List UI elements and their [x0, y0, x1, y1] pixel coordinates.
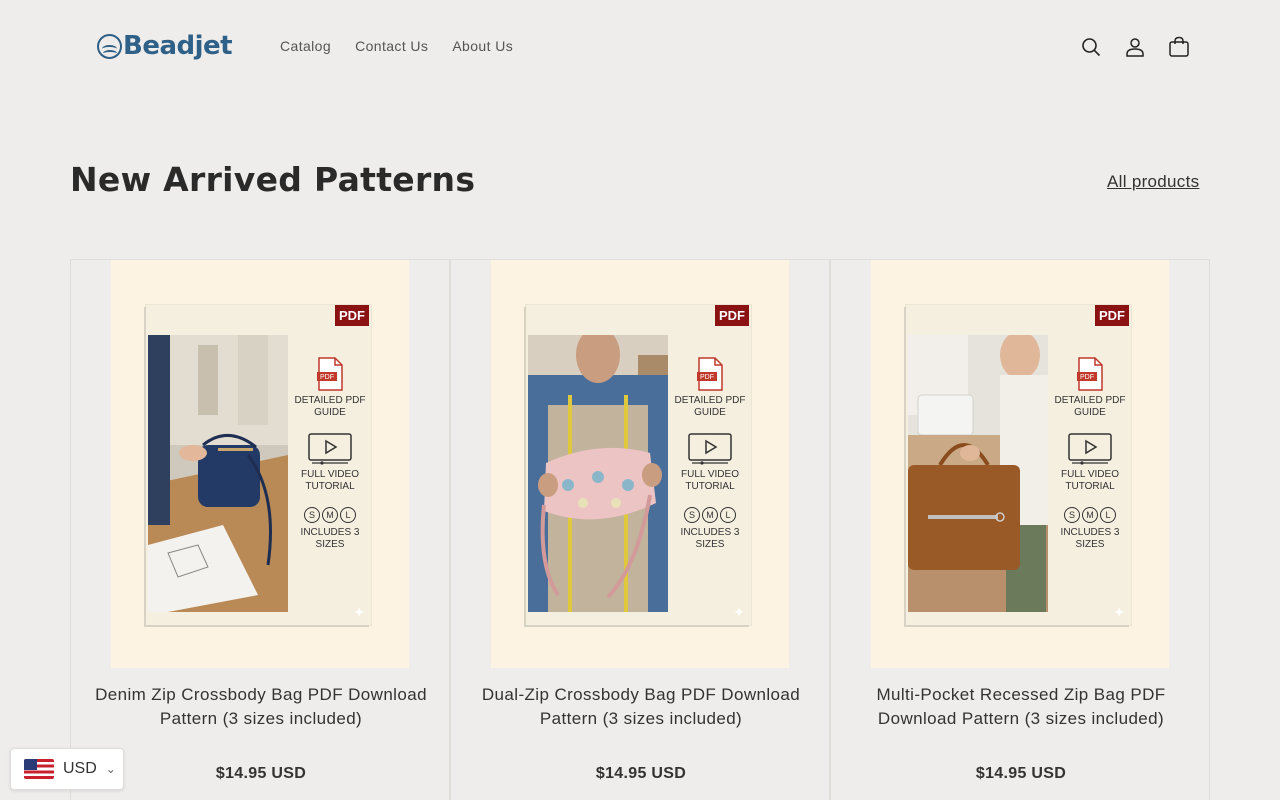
product-image[interactable]: PDF PDF DETAILED PDF GUIDE FULL VIDEO TU… — [491, 260, 789, 668]
pattern-features: PDF DETAILED PDF GUIDE FULL VIDEO TUTORI… — [294, 357, 366, 565]
pdf-file-icon: PDF — [317, 357, 343, 391]
pdf-tag: PDF — [715, 305, 749, 326]
account-icon[interactable] — [1124, 36, 1146, 58]
product-card[interactable]: PDF PDF DETAILED PDF GUIDE FULL VIDEO TU… — [450, 259, 830, 800]
pattern-features: PDF DETAILED PDF GUIDE FULL VIDEO TUTORI… — [674, 357, 746, 565]
product-image[interactable]: PDF PDF DETAILED PDF GUIDE FULL VIDEO TU… — [111, 260, 409, 668]
logo-wave-icon — [97, 33, 122, 59]
currency-selector[interactable]: USD ⌄ — [10, 748, 124, 790]
chevron-down-icon: ⌄ — [105, 762, 116, 776]
product-grid: PDF PDF DETAILED PDF GUIDE FULL VIDEO TU… — [70, 259, 1210, 800]
nav-about-us[interactable]: About Us — [452, 38, 513, 54]
product-price: $14.95 USD — [595, 765, 687, 782]
feature-sizes-label: INCLUDES 3 SIZES — [300, 527, 360, 550]
header-actions — [1080, 36, 1190, 58]
pattern-cover: PDF PDF DETAILED PDF GUIDE FULL VIDEO TU… — [526, 305, 751, 625]
size-l: L — [1100, 507, 1116, 523]
feature-guide-label: DETAILED PDF GUIDE — [1054, 395, 1126, 418]
size-options: S M L — [684, 507, 736, 523]
us-flag-icon — [24, 759, 54, 779]
size-s: S — [684, 507, 700, 523]
size-s: S — [1064, 507, 1080, 523]
feature-video-label: FULL VIDEO TUTORIAL — [1061, 469, 1119, 492]
pattern-cover: PDF PDF DETAILED PDF GUIDE FULL VIDEO TU… — [146, 305, 371, 625]
pdf-file-icon: PDF — [697, 357, 723, 391]
product-photo — [148, 335, 288, 612]
product-photo — [908, 335, 1048, 612]
product-title[interactable]: Dual-Zip Crossbody Bag PDF Download Patt… — [471, 683, 811, 731]
feature-video-label: FULL VIDEO TUTORIAL — [681, 469, 739, 492]
site-header: Beadjet Catalog Contact Us About Us — [0, 0, 1280, 95]
brand-logo[interactable]: Beadjet — [97, 31, 233, 61]
video-player-icon — [308, 433, 352, 465]
pattern-cover: PDF PDF DETAILED PDF GUIDE FULL VIDEO TU… — [906, 305, 1131, 625]
size-s: S — [304, 507, 320, 523]
section-title: New Arrived Patterns — [70, 160, 476, 199]
currency-code: USD — [63, 760, 97, 777]
main-nav: Catalog Contact Us About Us — [280, 38, 513, 54]
nav-catalog[interactable]: Catalog — [280, 38, 331, 54]
nav-contact-us[interactable]: Contact Us — [355, 38, 428, 54]
sparkle-icon: ✦ — [733, 604, 745, 620]
size-m: M — [702, 507, 718, 523]
size-m: M — [322, 507, 338, 523]
pdf-tag: PDF — [335, 305, 369, 326]
sparkle-icon: ✦ — [353, 604, 365, 620]
video-player-icon — [1068, 433, 1112, 465]
cart-icon[interactable] — [1168, 36, 1190, 58]
product-image[interactable]: PDF PDF DETAILED PDF GUIDE FULL VIDEO TU… — [871, 260, 1169, 668]
pdf-file-icon: PDF — [1077, 357, 1103, 391]
product-card[interactable]: PDF PDF DETAILED PDF GUIDE FULL VIDEO TU… — [830, 259, 1210, 800]
product-price: $14.95 USD — [215, 765, 307, 782]
size-options: S M L — [304, 507, 356, 523]
all-products-link[interactable]: All products — [1107, 172, 1199, 192]
svg-text:PDF: PDF — [320, 374, 334, 381]
size-l: L — [720, 507, 736, 523]
feature-guide-label: DETAILED PDF GUIDE — [294, 395, 366, 418]
product-price: $14.95 USD — [975, 765, 1067, 782]
size-options: S M L — [1064, 507, 1116, 523]
feature-sizes-label: INCLUDES 3 SIZES — [1060, 527, 1120, 550]
sparkle-icon: ✦ — [1113, 604, 1125, 620]
svg-text:PDF: PDF — [1080, 374, 1094, 381]
size-l: L — [340, 507, 356, 523]
product-title[interactable]: Denim Zip Crossbody Bag PDF Download Pat… — [91, 683, 431, 731]
size-m: M — [1082, 507, 1098, 523]
product-photo — [528, 335, 668, 612]
feature-video-label: FULL VIDEO TUTORIAL — [301, 469, 359, 492]
svg-text:PDF: PDF — [700, 374, 714, 381]
video-player-icon — [688, 433, 732, 465]
search-icon[interactable] — [1080, 36, 1102, 58]
pdf-tag: PDF — [1095, 305, 1129, 326]
product-card[interactable]: PDF PDF DETAILED PDF GUIDE FULL VIDEO TU… — [70, 259, 450, 800]
pattern-features: PDF DETAILED PDF GUIDE FULL VIDEO TUTORI… — [1054, 357, 1126, 565]
product-title[interactable]: Multi-Pocket Recessed Zip Bag PDF Downlo… — [851, 683, 1191, 731]
feature-sizes-label: INCLUDES 3 SIZES — [680, 527, 740, 550]
feature-guide-label: DETAILED PDF GUIDE — [674, 395, 746, 418]
brand-name: Beadjet — [123, 31, 233, 61]
